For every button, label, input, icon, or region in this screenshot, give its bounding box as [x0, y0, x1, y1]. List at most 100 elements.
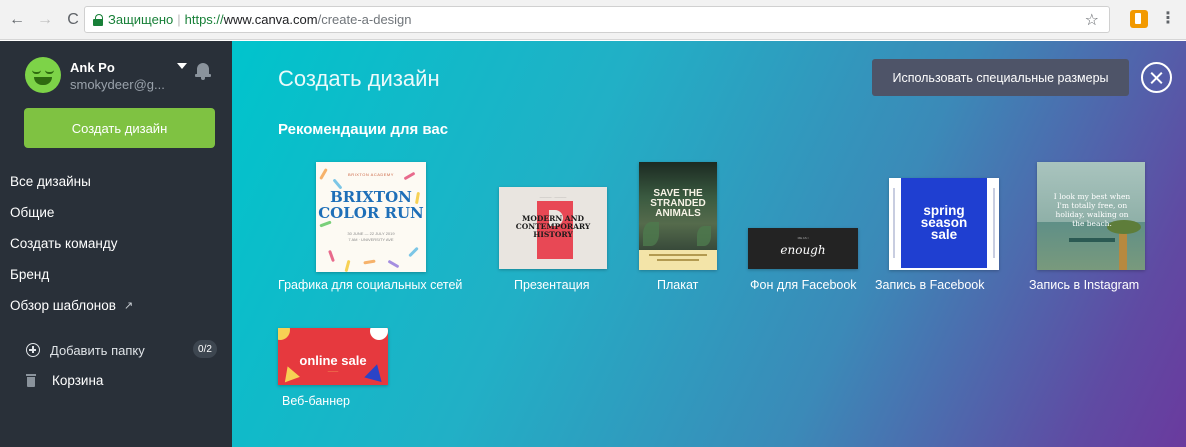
design-card-instagram-post[interactable]: I look my best when I'm totally free, on…	[1029, 162, 1154, 294]
thumbnail-shape	[643, 222, 659, 246]
sidebar-item-label: Обзор шаблонов	[10, 298, 116, 313]
design-card-label: Веб-баннер	[282, 394, 351, 408]
thumbnail-header: BRIXTON ACADEMY	[348, 172, 394, 177]
sidebar-item-label: Создать команду	[10, 236, 118, 251]
close-icon[interactable]	[1141, 62, 1172, 93]
sidebar-item-label: Все дизайны	[10, 174, 91, 189]
secure-label: Защищено	[108, 12, 174, 27]
design-thumbnail: SAVE THE STRANDED ANIMALS	[639, 162, 717, 270]
forward-icon[interactable]: →	[34, 9, 56, 31]
design-thumbnail: ME AS I enough	[748, 228, 858, 269]
add-folder-button[interactable]: Добавить папку 0/2	[26, 339, 217, 361]
thumbnail-text: I look my best when I'm totally free, on…	[1053, 192, 1131, 228]
confetti-shape	[408, 246, 419, 258]
create-design-button[interactable]: Создать дизайн	[24, 108, 215, 148]
thumbnail-text: SAVE THE STRANDED ANIMALS	[650, 188, 706, 219]
design-card-label: Запись в Instagram	[1029, 278, 1140, 292]
confetti-shape	[363, 259, 376, 265]
design-card-facebook-cover[interactable]: ME AS I enough Фон для Facebook	[748, 228, 858, 294]
section-title: Рекомендации для вас	[278, 121, 449, 138]
design-card-poster[interactable]: SAVE THE STRANDED ANIMALS Плакат	[639, 162, 719, 294]
trash-can	[27, 376, 35, 387]
thumbnail-shape	[370, 328, 388, 340]
sidebar-item-shared[interactable]: Общие	[10, 197, 220, 228]
thumbnail-shape	[697, 226, 711, 246]
thumbnail-subtext: ———— · ————	[539, 195, 567, 199]
user-email: smokydeer@g...	[70, 77, 165, 92]
thumbnail-footer	[639, 250, 717, 270]
confetti-shape	[328, 249, 335, 263]
create-design-panel: Создать дизайн Использовать специальные …	[232, 41, 1186, 447]
thumbnail-shape	[1119, 230, 1127, 270]
back-icon[interactable]: ←	[6, 9, 28, 31]
thumbnail-text: BRIXTON COLOR RUN	[318, 188, 424, 222]
url-host: www.canva.com	[223, 12, 318, 27]
sidebar-item-brand[interactable]: Бренд	[10, 259, 220, 290]
url-path: /create-a-design	[317, 12, 412, 27]
trash-button[interactable]: Корзина	[26, 369, 216, 391]
avatar-mouth	[34, 77, 52, 85]
confetti-shape	[344, 259, 351, 272]
design-card-label: Запись в Facebook	[875, 278, 985, 292]
reload-icon[interactable]: C	[62, 9, 84, 31]
design-card-presentation[interactable]: ———— · ———— MODERN AND CONTEMPORARY HIST…	[499, 187, 609, 294]
trash-label: Корзина	[52, 372, 104, 388]
sidebar-item-label: Общие	[10, 205, 55, 220]
folder-count-badge: 0/2	[193, 340, 217, 358]
design-card-web-banner[interactable]: online sale ——— Веб-баннер	[278, 328, 393, 410]
address-bar[interactable]: Защищено | https:// www.canva.com /creat…	[84, 6, 1110, 33]
page-title: Создать дизайн	[278, 66, 440, 91]
thumbnail-line	[657, 259, 699, 261]
design-thumbnail: spring season sale	[889, 178, 999, 270]
plus-circle-icon	[26, 343, 40, 357]
sidebar-item-all-designs[interactable]: Все дизайны	[10, 166, 220, 197]
avatar-eye	[45, 70, 54, 74]
design-thumbnail: ———— · ———— MODERN AND CONTEMPORARY HIST…	[499, 187, 607, 269]
account-dropdown-icon[interactable]	[177, 63, 187, 69]
design-card-label: Графика для социальных сетей	[278, 278, 463, 292]
thumbnail-shape	[278, 328, 290, 340]
thumbnail-line	[993, 188, 995, 258]
thumbnail-text: online sale	[299, 353, 367, 368]
add-folder-label: Добавить папку	[50, 342, 145, 358]
thumbnail-subtext: ME AS I	[797, 236, 809, 240]
browser-toolbar: ← → C Защищено | https:// www.canva.com …	[0, 0, 1186, 40]
avatar-eye	[32, 70, 41, 74]
design-card-social-graphic[interactable]: BRIXTON ACADEMY BRIXTON COLOR RUN 30 JUN…	[278, 162, 468, 294]
design-thumbnail: online sale ———	[278, 328, 388, 385]
external-link-icon: ↗	[123, 300, 134, 312]
url-separator: |	[177, 12, 181, 27]
sidebar-nav: Все дизайны Общие Создать команду Бренд …	[10, 166, 220, 321]
sidebar: Ank Po smokydeer@g... Создать дизайн Все…	[0, 41, 232, 447]
design-thumbnail: I look my best when I'm totally free, on…	[1037, 162, 1145, 270]
trash-lid	[26, 373, 36, 376]
bookmark-star-icon[interactable]: ☆	[1085, 10, 1099, 30]
thumbnail-subtext: ———	[327, 369, 339, 373]
browser-menu-icon[interactable]: ⋮	[1160, 10, 1176, 28]
sidebar-item-browse-templates[interactable]: Обзор шаблонов ↗	[10, 290, 220, 321]
thumbnail-subtext: 30 JUNE — 22 JULY 2019 7 AM · UNIVERSITY…	[347, 231, 395, 242]
avatar[interactable]	[25, 57, 61, 93]
sidebar-item-label: Бренд	[10, 267, 50, 282]
thumbnail-line	[649, 254, 707, 256]
design-card-facebook-post[interactable]: spring season sale Запись в Facebook	[875, 178, 1005, 294]
sidebar-item-create-team[interactable]: Создать команду	[10, 228, 220, 259]
user-name[interactable]: Ank Po	[70, 60, 115, 75]
trash-icon	[26, 373, 36, 387]
custom-size-button[interactable]: Использовать специальные размеры	[872, 59, 1129, 96]
design-card-label: Плакат	[657, 278, 699, 292]
design-card-label: Презентация	[514, 278, 590, 292]
url-protocol: https://	[184, 12, 224, 27]
lock-icon	[93, 14, 103, 26]
confetti-shape	[387, 259, 400, 269]
extension-icon[interactable]	[1130, 10, 1148, 28]
thumbnail-text: MODERN AND CONTEMPORARY HISTORY	[515, 214, 591, 239]
thumbnail-line	[893, 188, 895, 258]
thumbnail-text: enough	[780, 243, 826, 257]
bell-icon[interactable]	[195, 62, 211, 80]
design-thumbnail: BRIXTON ACADEMY BRIXTON COLOR RUN 30 JUN…	[316, 162, 426, 272]
thumbnail-text: spring season sale	[920, 203, 968, 242]
design-card-label: Фон для Facebook	[750, 278, 857, 292]
thumbnail-shape	[1069, 238, 1115, 242]
bell-clapper	[201, 77, 205, 80]
